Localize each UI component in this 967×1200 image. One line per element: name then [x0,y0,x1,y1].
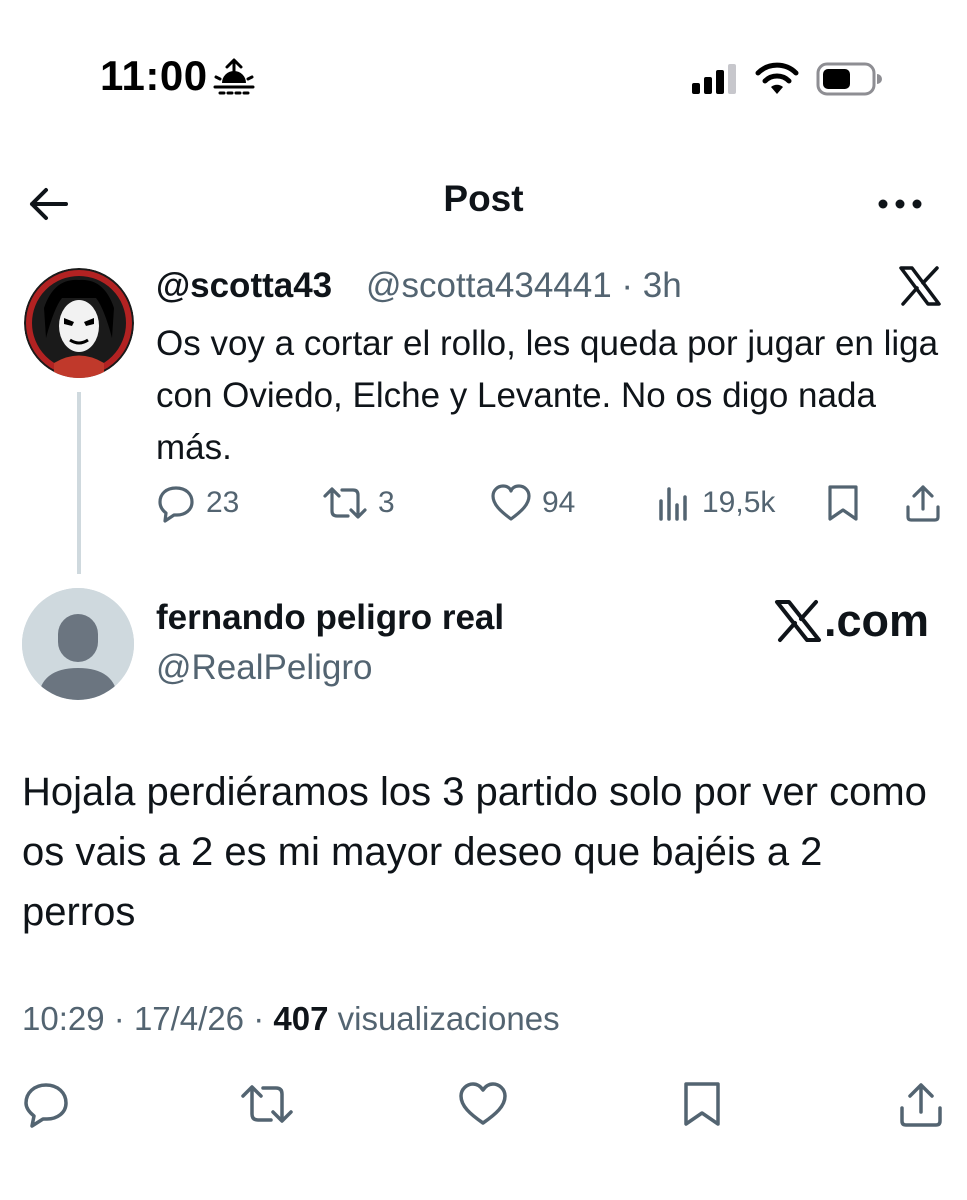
battery-icon [816,62,882,96]
separator: · [113,1000,134,1037]
repost-button[interactable]: 3 [322,480,395,526]
heart-icon[interactable] [458,1080,508,1128]
wifi-icon [755,62,799,94]
signal-icon [692,64,736,94]
x-com-watermark: .com [774,595,930,646]
share-button[interactable] [904,480,942,526]
avatar[interactable] [22,588,134,700]
avatar[interactable] [24,268,134,378]
share-icon[interactable] [898,1080,944,1128]
crow-avatar-image [24,268,134,378]
bookmark-icon [828,485,858,521]
sunrise-icon [213,58,255,95]
x-logo-icon [775,600,821,642]
heart-icon [491,484,531,521]
more-icon[interactable] [875,196,925,212]
views-count: 19,5k [702,486,776,519]
quoted-tweet-actions: 23 3 94 19,5k [156,480,946,526]
status-time: 11:00 [100,52,208,99]
views-count: 407 [273,1000,329,1037]
post-date: 17/4/26 [133,1000,245,1037]
quoted-author-handle-time: @scotta434441 · 3h [366,266,682,305]
quoted-author-name[interactable]: @scotta43 [156,266,332,306]
repost-count: 3 [378,486,395,519]
thread-line [77,392,81,574]
bookmark-button[interactable] [826,480,860,526]
views-label: visualizaciones [337,1000,560,1037]
separator: · [253,1000,274,1037]
post-time: 10:29 [22,1000,105,1037]
share-icon [906,485,940,522]
like-button[interactable]: 94 [490,480,575,526]
quoted-tweet-text: Os voy a cortar el rollo, les queda por … [156,324,939,467]
page-title: Post [443,178,524,219]
views-button[interactable]: 19,5k [656,480,775,526]
reply-count: 23 [206,486,240,519]
reply-button[interactable]: 23 [156,480,239,526]
default-avatar-icon [22,588,134,700]
repost-icon[interactable] [240,1080,294,1128]
repost-icon [323,487,367,519]
x-logo-icon [899,266,941,306]
post-meta: 10:29 · 17/4/26 · 407 visualizaciones [22,1000,560,1038]
bookmark-icon[interactable] [682,1080,722,1128]
post-actions [0,1080,967,1136]
author-name[interactable]: fernando peligro real [156,598,504,638]
author-handle[interactable]: @RealPeligro [156,648,372,688]
like-count: 94 [542,486,576,519]
watermark-text: .com [824,595,930,646]
views-icon [659,487,687,521]
reply-icon[interactable] [22,1080,70,1128]
reply-icon [158,486,194,523]
post-text: Hojala perdiéramos los 3 partido solo po… [22,770,927,934]
